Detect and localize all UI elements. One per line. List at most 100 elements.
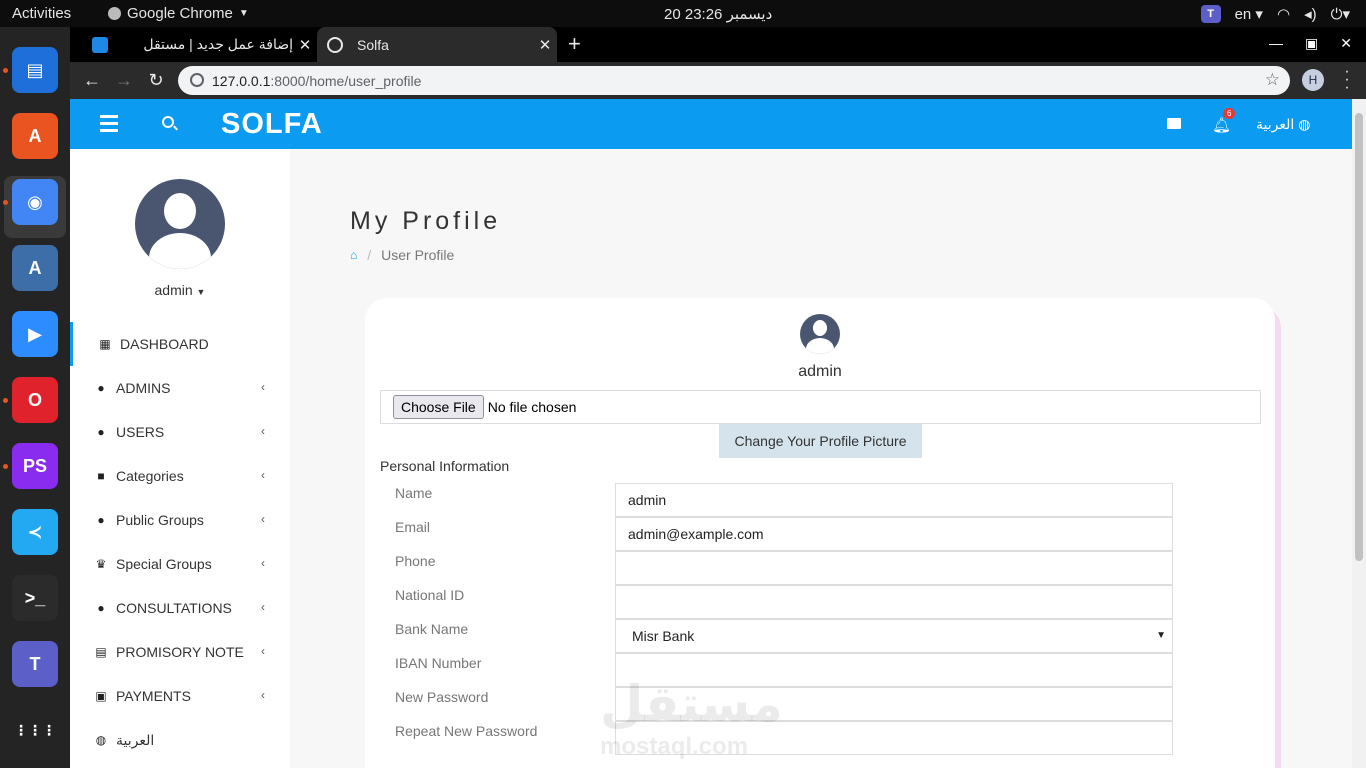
bookmark-star-icon[interactable]: ☆ bbox=[1265, 70, 1280, 90]
field-label: National ID bbox=[395, 587, 465, 603]
envelope-icon[interactable] bbox=[1167, 118, 1181, 129]
change-picture-button[interactable]: Change Your Profile Picture bbox=[719, 424, 922, 458]
scrollbar-thumb[interactable] bbox=[1355, 113, 1363, 561]
clock[interactable]: 20 ديسمبر 23:26 bbox=[664, 5, 772, 23]
field-label: Name bbox=[395, 485, 433, 501]
language-switch[interactable]: العربية ◍ bbox=[1256, 116, 1310, 133]
sidebar-item-icon: ● bbox=[97, 425, 105, 439]
national-id-input[interactable] bbox=[615, 585, 1173, 619]
activities-button[interactable]: Activities bbox=[12, 5, 71, 22]
zoom-icon[interactable]: ▶ bbox=[12, 311, 58, 357]
reload-icon[interactable]: ↻ bbox=[144, 68, 168, 92]
form-row: Name admin bbox=[395, 483, 1175, 517]
address-bar[interactable]: 127.0.0.1:8000/home/user_profile ☆ bbox=[178, 66, 1290, 95]
close-tab-icon[interactable]: ✕ bbox=[293, 36, 317, 54]
search-icon[interactable] bbox=[162, 116, 174, 128]
name-input[interactable]: admin bbox=[615, 483, 1173, 517]
sidebar-item-label: PAYMENTS bbox=[116, 688, 191, 704]
sidebar-item-promisory-note[interactable]: ▤ PROMISORY NOTE ‹ bbox=[70, 630, 290, 674]
chrome-small-icon bbox=[108, 7, 121, 20]
form-row: National ID bbox=[395, 585, 1175, 619]
section-title: Personal Information bbox=[380, 458, 510, 474]
tab-solfa[interactable]: Solfa ✕ bbox=[317, 27, 557, 62]
close-window-icon[interactable]: ✕ bbox=[1340, 35, 1352, 52]
document-viewer-icon[interactable]: ▤ bbox=[12, 47, 58, 93]
watermark: مستقل mostaql.com bbox=[600, 675, 783, 761]
file-input[interactable]: Choose File No file chosen bbox=[380, 390, 1261, 424]
sidebar-item-dashboard[interactable]: ▦ DASHBOARD bbox=[70, 322, 290, 366]
user-dropdown[interactable]: admin ▼ bbox=[70, 282, 290, 298]
page-scrollbar[interactable] bbox=[1352, 99, 1366, 768]
brand-logo[interactable]: SOLFA bbox=[221, 108, 323, 141]
form-row: IBAN Number bbox=[395, 653, 1175, 687]
sidebar-item-categories[interactable]: ■ Categories ‹ bbox=[70, 454, 290, 498]
profile-name: admin bbox=[798, 363, 842, 380]
bank-name-select[interactable]: Misr Bank ▼ bbox=[615, 619, 1173, 653]
sidebar-item-label: CONSULTATIONS bbox=[116, 600, 232, 616]
tab-mostaql[interactable]: إضافة عمل جديد | مستقل ✕ bbox=[82, 27, 317, 62]
sidebar-item-label: Categories bbox=[116, 468, 184, 484]
sidebar-item-icon: ▣ bbox=[95, 689, 107, 703]
android-studio-icon[interactable]: A bbox=[12, 245, 58, 291]
sidebar-item-payments[interactable]: ▣ PAYMENTS ‹ bbox=[70, 674, 290, 718]
sidebar-item-public-groups[interactable]: ● Public Groups ‹ bbox=[70, 498, 290, 542]
form-row: Bank Name Misr Bank ▼ bbox=[395, 619, 1175, 653]
page-viewport: SOLFA 🔔︎ 6 العربية ◍ admin ▼ ▦ DASHBOARD ●… bbox=[70, 99, 1352, 768]
field-label: Email bbox=[395, 519, 431, 535]
phone-input[interactable] bbox=[615, 551, 1173, 585]
chevron-left-icon: ‹ bbox=[261, 512, 265, 526]
terminal-icon[interactable]: >_ bbox=[12, 575, 58, 621]
chevron-left-icon: ‹ bbox=[261, 380, 265, 394]
software-store-icon[interactable]: A bbox=[12, 113, 58, 159]
sidebar-item-special-groups[interactable]: ♛ Special Groups ‹ bbox=[70, 542, 290, 586]
form-row: Phone bbox=[395, 551, 1175, 585]
profile-avatar-icon bbox=[800, 314, 840, 354]
language-indicator[interactable]: en ▾ bbox=[1235, 5, 1263, 23]
globe-icon: ◍ bbox=[1298, 116, 1311, 132]
sidebar-item-icon: ▦ bbox=[99, 337, 111, 351]
forward-arrow-icon[interactable]: → bbox=[112, 68, 136, 92]
app-grid-icon[interactable]: ⋮⋮⋮ bbox=[12, 707, 58, 753]
back-arrow-icon[interactable]: ← bbox=[80, 68, 104, 92]
globe-favicon-icon bbox=[327, 36, 343, 53]
teams-tray-icon[interactable]: T bbox=[1200, 4, 1221, 23]
chrome-icon[interactable]: ◉ bbox=[12, 179, 58, 225]
profile-avatar[interactable]: H bbox=[1302, 69, 1324, 91]
vscode-icon[interactable]: ≺ bbox=[12, 509, 58, 555]
language-label: العربية bbox=[1256, 116, 1295, 132]
system-tray[interactable]: T en ▾ ◠ ◂) ⏻▾ bbox=[1200, 0, 1366, 27]
phpstorm-icon[interactable]: PS bbox=[12, 443, 58, 489]
main-content: My Profile ⌂ / User Profile admin Choose… bbox=[290, 149, 1352, 768]
avatar bbox=[135, 179, 225, 269]
opera-icon[interactable]: O bbox=[12, 377, 58, 423]
sidebar-item-label: DASHBOARD bbox=[120, 336, 209, 352]
field-label: Repeat New Password bbox=[395, 723, 538, 739]
sidebar-item-consultations[interactable]: ● CONSULTATIONS ‹ bbox=[70, 586, 290, 630]
hamburger-menu-icon[interactable] bbox=[100, 115, 118, 136]
app-menu[interactable]: Google Chrome ▼ bbox=[108, 5, 249, 22]
site-info-icon[interactable] bbox=[190, 73, 204, 87]
new-tab-icon[interactable]: + bbox=[568, 31, 581, 57]
tab-strip: إضافة عمل جديد | مستقل ✕ Solfa ✕ + — ▣ ✕ bbox=[70, 27, 1366, 62]
close-tab-icon[interactable]: ✕ bbox=[533, 36, 557, 54]
home-icon[interactable]: ⌂ bbox=[350, 248, 357, 262]
sidebar-item-[interactable]: ◍ العربية bbox=[70, 718, 290, 762]
email-input[interactable]: admin@example.com bbox=[615, 517, 1173, 551]
form-row: New Password bbox=[395, 687, 1175, 721]
sidebar-item-icon: ♛ bbox=[95, 557, 107, 571]
chevron-left-icon: ‹ bbox=[261, 424, 265, 438]
dock: ▤ A ◉ A ▶ O PS ≺ >_ T ⋮⋮⋮ bbox=[0, 27, 70, 768]
kebab-menu-icon[interactable]: · · · bbox=[1342, 64, 1352, 96]
app-header: SOLFA 🔔︎ 6 العربية ◍ bbox=[70, 99, 1352, 149]
minimize-icon[interactable]: — bbox=[1269, 35, 1283, 52]
sidebar-item-admins[interactable]: ● ADMINS ‹ bbox=[70, 366, 290, 410]
maximize-icon[interactable]: ▣ bbox=[1305, 35, 1318, 52]
choose-file-button[interactable]: Choose File bbox=[393, 395, 484, 419]
sidebar-item-label: العربية bbox=[116, 731, 155, 748]
field-label: Phone bbox=[395, 553, 436, 569]
sidebar-item-icon: ◍ bbox=[95, 733, 107, 747]
sidebar-item-label: USERS bbox=[116, 424, 165, 440]
url-host: 127.0.0.1 bbox=[212, 72, 271, 89]
teams-icon[interactable]: T bbox=[12, 641, 58, 687]
sidebar-item-users[interactable]: ● USERS ‹ bbox=[70, 410, 290, 454]
